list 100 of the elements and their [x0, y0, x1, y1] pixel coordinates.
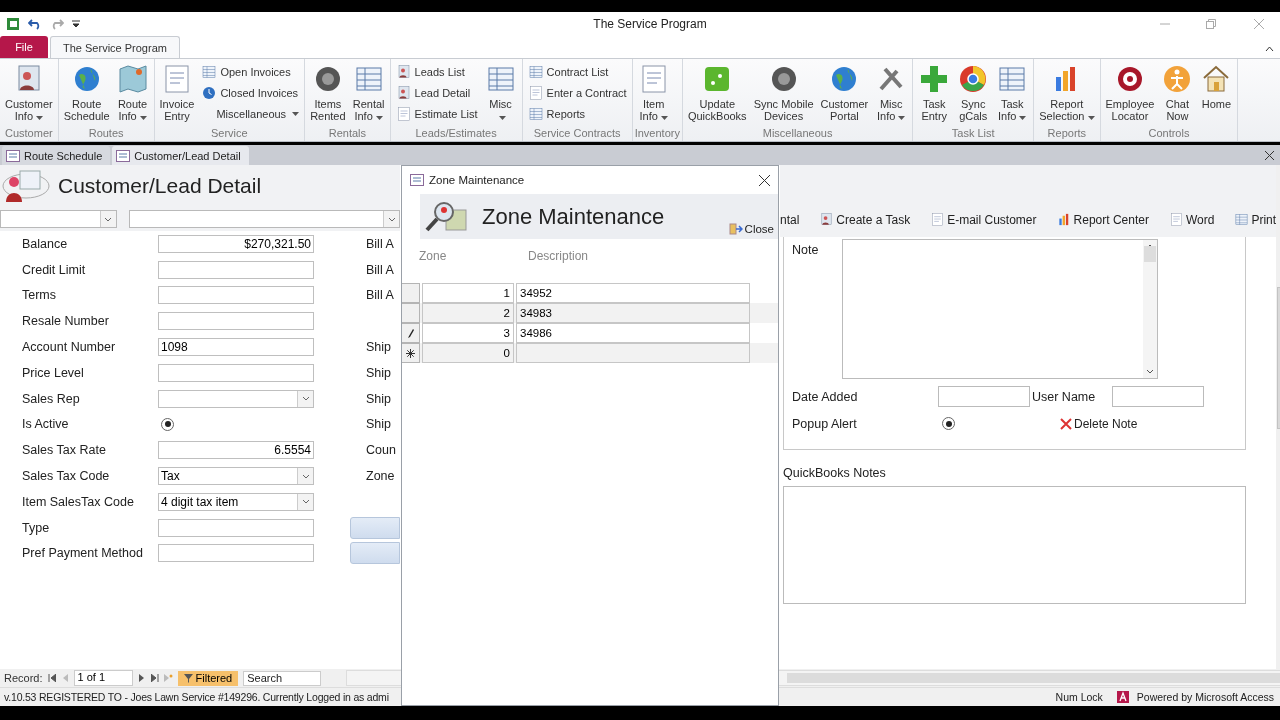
- description-cell[interactable]: 34983: [516, 303, 750, 323]
- new-record-icon[interactable]: [163, 674, 173, 682]
- toolbar-button[interactable]: Word: [1168, 212, 1215, 227]
- ribbon-button[interactable]: Open Invoices: [198, 62, 303, 82]
- text-field[interactable]: [158, 260, 314, 279]
- quickbooks-notes-field[interactable]: [783, 486, 1247, 604]
- ribbon-button[interactable]: Employee Locator: [1102, 62, 1158, 123]
- powered-by-text: Powered by Microsoft Access: [1136, 691, 1274, 703]
- filter-combo[interactable]: [128, 210, 400, 228]
- close-button[interactable]: Close: [728, 223, 774, 235]
- date-field[interactable]: [938, 386, 1030, 407]
- ribbon-button[interactable]: Misc: [481, 62, 520, 123]
- ribbon-button[interactable]: Item Info: [634, 62, 673, 123]
- blank-button[interactable]: [350, 516, 400, 539]
- filter-button[interactable]: Filtered: [177, 670, 239, 686]
- blank-button[interactable]: [350, 542, 400, 565]
- text-field[interactable]: [158, 286, 314, 305]
- ribbon-button[interactable]: Invoice Entry: [156, 62, 198, 123]
- ribbon-button[interactable]: Closed Invoices: [198, 83, 303, 103]
- ribbon-button[interactable]: Contract List: [524, 62, 630, 82]
- description-cell[interactable]: 34986: [516, 323, 750, 343]
- toolbar-button[interactable]: Create a Task: [819, 212, 911, 227]
- customize-icon[interactable]: [72, 20, 80, 28]
- toolbar-button[interactable]: Print: [1234, 212, 1277, 227]
- combo-field[interactable]: [158, 389, 314, 408]
- restore-icon[interactable]: [1206, 19, 1216, 29]
- toolbar-button[interactable]: E-mail Customer: [930, 212, 1037, 227]
- number-field[interactable]: 6.5554: [158, 441, 314, 460]
- scroll-up-icon[interactable]: [1146, 244, 1154, 249]
- search-field[interactable]: Search: [243, 670, 322, 686]
- note-field[interactable]: [842, 239, 1158, 379]
- ribbon-button[interactable]: Items Rented: [307, 62, 349, 123]
- ribbon-button[interactable]: Reports: [524, 104, 630, 124]
- number-field[interactable]: $270,321.50: [158, 234, 314, 253]
- spreadsheet-icon[interactable]: [6, 17, 20, 31]
- ribbon-button[interactable]: Report Selection: [1036, 62, 1098, 123]
- exit-door-icon: [728, 223, 743, 235]
- field-label: Coun: [366, 443, 397, 458]
- document-tab[interactable]: Route Schedule: [2, 146, 111, 165]
- text-field[interactable]: [158, 312, 314, 331]
- last-record-icon[interactable]: [150, 674, 159, 682]
- ribbon-button[interactable]: Sync Mobile Devices: [750, 62, 817, 123]
- redo-icon[interactable]: [50, 18, 64, 30]
- ribbon-button[interactable]: Misc Info: [872, 62, 911, 123]
- ribbon-button[interactable]: Customer Portal: [817, 62, 872, 123]
- undo-icon[interactable]: [28, 18, 42, 30]
- collapse-ribbon-icon[interactable]: [1265, 46, 1274, 52]
- ribbon-button[interactable]: Lead Detail: [392, 83, 481, 103]
- document-tab[interactable]: Customer/Lead Detail: [112, 146, 249, 165]
- person-icon: [819, 212, 835, 227]
- record-position-field[interactable]: 1 of 1: [73, 670, 133, 686]
- ribbon-button[interactable]: Leads List: [392, 62, 481, 82]
- ribbon-button[interactable]: Home: [1197, 62, 1236, 111]
- ribbon-button[interactable]: Enter a Contract: [524, 83, 630, 103]
- zone-cell[interactable]: 2: [422, 303, 514, 323]
- document-icon: [395, 106, 412, 122]
- ribbon-button[interactable]: Sync gCals: [954, 62, 993, 123]
- ribbon-tab[interactable]: File: [0, 36, 48, 58]
- row-selector[interactable]: [402, 343, 420, 363]
- menu-button[interactable]: Miscellaneous: [198, 104, 303, 124]
- text-field[interactable]: [158, 544, 314, 563]
- form-icon: [6, 149, 20, 162]
- combo-field[interactable]: 4 digit tax item: [158, 492, 314, 511]
- delete-note-button[interactable]: Delete Note: [1060, 416, 1138, 431]
- toolbar-button[interactable]: Report Center: [1056, 212, 1149, 227]
- ribbon-button[interactable]: Task Entry: [915, 62, 954, 123]
- ribbon-button[interactable]: Chat Now: [1158, 62, 1197, 123]
- scroll-thumb[interactable]: [1144, 246, 1156, 262]
- zone-cell[interactable]: 1: [422, 283, 514, 303]
- next-record-icon[interactable]: [137, 674, 146, 682]
- ribbon-button[interactable]: Route Schedule: [60, 62, 113, 123]
- text-field[interactable]: [158, 363, 314, 382]
- first-record-icon[interactable]: [47, 674, 56, 682]
- row-selector[interactable]: [402, 323, 420, 343]
- radio-button[interactable]: [942, 417, 955, 430]
- person-icon: [395, 64, 412, 80]
- description-cell[interactable]: 34952: [516, 283, 750, 303]
- close-icon[interactable]: [1265, 151, 1274, 160]
- ribbon-button[interactable]: Task Info: [993, 62, 1032, 123]
- description-cell[interactable]: [516, 343, 750, 363]
- scroll-down-icon[interactable]: [1146, 369, 1154, 374]
- ribbon-tab[interactable]: The Service Program: [50, 36, 180, 58]
- field-label: Ship: [366, 365, 393, 380]
- combo-field[interactable]: Tax: [158, 467, 314, 486]
- filter-combo[interactable]: [0, 210, 117, 228]
- text-field[interactable]: 1098: [158, 338, 314, 357]
- field-label: Pref Payment Method: [22, 546, 144, 561]
- close-icon[interactable]: [759, 174, 770, 186]
- zone-cell[interactable]: 0: [422, 343, 514, 363]
- user-field[interactable]: [1112, 386, 1204, 407]
- ribbon-button[interactable]: Rental Info: [349, 62, 388, 123]
- radio-button[interactable]: [161, 417, 174, 431]
- group-label: Miscellaneous: [761, 127, 834, 141]
- ribbon-button[interactable]: Route Info: [113, 62, 152, 123]
- zone-cell[interactable]: 3: [422, 323, 514, 343]
- text-field[interactable]: [158, 518, 314, 537]
- ribbon-button[interactable]: Update QuickBooks: [684, 62, 750, 123]
- ribbon-button[interactable]: Customer Info: [2, 62, 56, 123]
- field-label: Resale Number: [22, 314, 110, 329]
- ribbon-button[interactable]: Estimate List: [392, 104, 481, 124]
